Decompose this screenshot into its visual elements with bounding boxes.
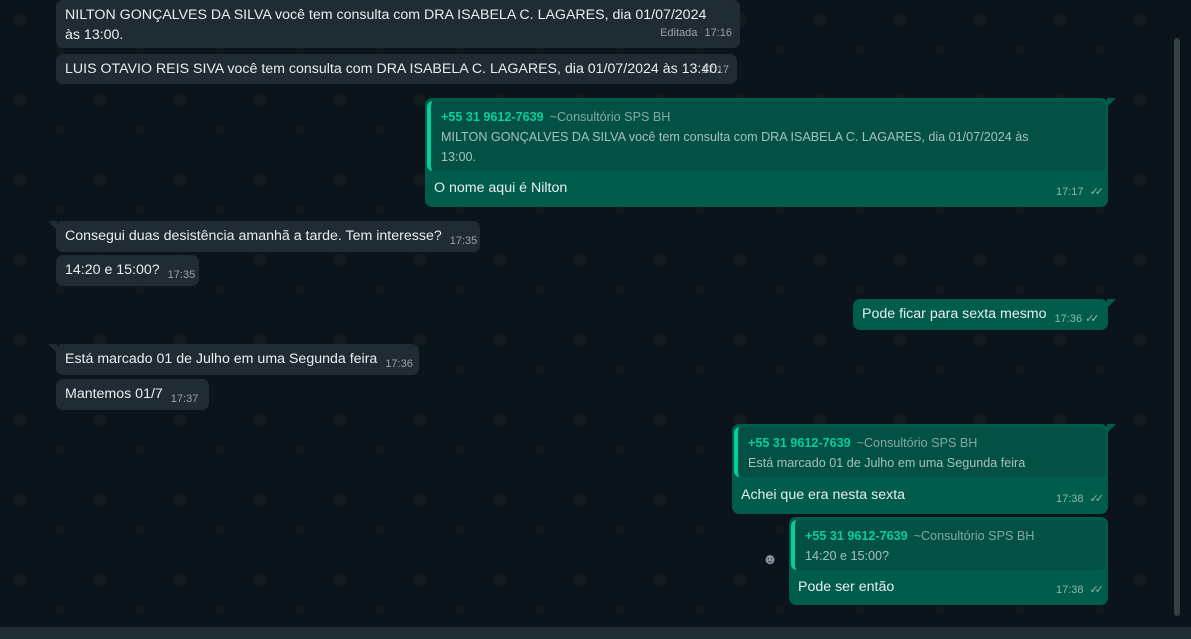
message-text: Pode ficar para sexta mesmo xyxy=(862,306,1047,322)
message-time: 17:35 xyxy=(449,235,478,247)
quoted-message[interactable]: +55 31 9612-7639 ~Consultório SPS BH MILT… xyxy=(427,101,1106,171)
message-outgoing[interactable]: +55 31 9612-7639 ~Consultório SPS BH MILT… xyxy=(425,98,1116,207)
message-time: 17:36 xyxy=(1054,313,1083,325)
message-time: 17:38 xyxy=(1055,584,1084,596)
message-meta: 17:38 ✓✓ xyxy=(1055,580,1105,600)
message-text: Consegui duas desistência amanhã a tarde… xyxy=(65,228,442,244)
read-ticks-icon: ✓✓ xyxy=(1089,584,1105,596)
message-incoming[interactable]: Consegui duas desistência amanhã a tarde… xyxy=(48,221,480,252)
message-incoming[interactable]: NILTON GONÇALVES DA SILVA você tem consu… xyxy=(56,0,740,48)
message-time: 17:38 xyxy=(1055,493,1084,505)
read-ticks-icon: ✓✓ xyxy=(1089,186,1105,198)
message-outgoing[interactable]: +55 31 9612-7639 ~Consultório SPS BH 14:2… xyxy=(789,517,1108,605)
bubble-tail xyxy=(48,344,57,353)
message-time: 17:16 xyxy=(704,27,732,39)
message-time: 17:35 xyxy=(167,269,196,281)
message-time: 17:17 xyxy=(1055,186,1084,198)
compose-bar[interactable] xyxy=(0,627,1191,639)
message-text: NILTON GONÇALVES DA SILVA você tem consu… xyxy=(65,7,707,43)
scrollbar-thumb[interactable] xyxy=(1174,38,1180,616)
message-outgoing[interactable]: Pode ficar para sexta mesmo 17:36 ✓✓ xyxy=(853,299,1116,330)
message-text: O nome aqui é Nilton xyxy=(434,180,568,196)
emoji-reaction-icon[interactable]: ☻ xyxy=(759,549,781,571)
quoted-sender-phone: +55 31 9612-7639 xyxy=(441,110,544,124)
message-incoming[interactable]: Mantemos 01/7 17:37 xyxy=(56,379,209,410)
message-meta: 17:17 ✓✓ xyxy=(1055,182,1105,202)
message-incoming[interactable]: 14:20 e 15:00? 17:35 xyxy=(56,255,199,286)
message-incoming[interactable]: Está marcado 01 de Julho em uma Segunda … xyxy=(48,344,419,375)
quoted-message[interactable]: +55 31 9612-7639 ~Consultório SPS BH Está… xyxy=(734,427,1106,477)
chat-panel[interactable]: NILTON GONÇALVES DA SILVA você tem consu… xyxy=(0,0,1176,627)
message-meta: 17:38 ✓✓ xyxy=(1055,489,1105,509)
message-text: Pode ser então xyxy=(798,579,895,595)
quoted-message[interactable]: +55 31 9612-7639 ~Consultório SPS BH 14:2… xyxy=(791,520,1106,570)
bubble-tail xyxy=(1107,299,1116,308)
quoted-sender-phone: +55 31 9612-7639 xyxy=(748,436,851,450)
message-incoming[interactable]: LUIS OTAVIO REIS SIVA você tem consulta … xyxy=(56,54,737,84)
bubble-tail xyxy=(1107,424,1116,433)
message-time: 17:36 xyxy=(385,358,413,370)
message-time: 17:37 xyxy=(170,393,199,405)
message-time: 17:17 xyxy=(701,64,729,76)
message-meta: Editada 17:16 xyxy=(660,23,732,43)
message-outgoing[interactable]: +55 31 9612-7639 ~Consultório SPS BH Está… xyxy=(732,424,1116,514)
edited-label: Editada xyxy=(660,27,698,39)
quoted-text: MILTON GONÇALVES DA SILVA você tem consu… xyxy=(441,130,1029,164)
message-text: Mantemos 01/7 xyxy=(65,386,163,402)
message-text: Achei que era nesta sexta xyxy=(741,487,906,503)
quoted-sender-name: ~Consultório SPS BH xyxy=(549,110,671,124)
quoted-sender-name: ~Consultório SPS BH xyxy=(913,529,1035,543)
message-text: 14:20 e 15:00? xyxy=(65,262,160,278)
quoted-sender-name: ~Consultório SPS BH xyxy=(856,436,978,450)
bubble-tail xyxy=(1107,98,1116,107)
message-text: Está marcado 01 de Julho em uma Segunda … xyxy=(65,351,378,367)
bubble-tail xyxy=(48,221,57,230)
read-ticks-icon: ✓✓ xyxy=(1089,493,1105,505)
quoted-sender-phone: +55 31 9612-7639 xyxy=(805,529,908,543)
read-ticks-icon: ✓✓ xyxy=(1085,313,1100,325)
quoted-text: 14:20 e 15:00? xyxy=(805,549,890,563)
quoted-text: Está marcado 01 de Julho em uma Segunda … xyxy=(748,456,1026,470)
message-text: LUIS OTAVIO REIS SIVA você tem consulta … xyxy=(65,61,722,77)
